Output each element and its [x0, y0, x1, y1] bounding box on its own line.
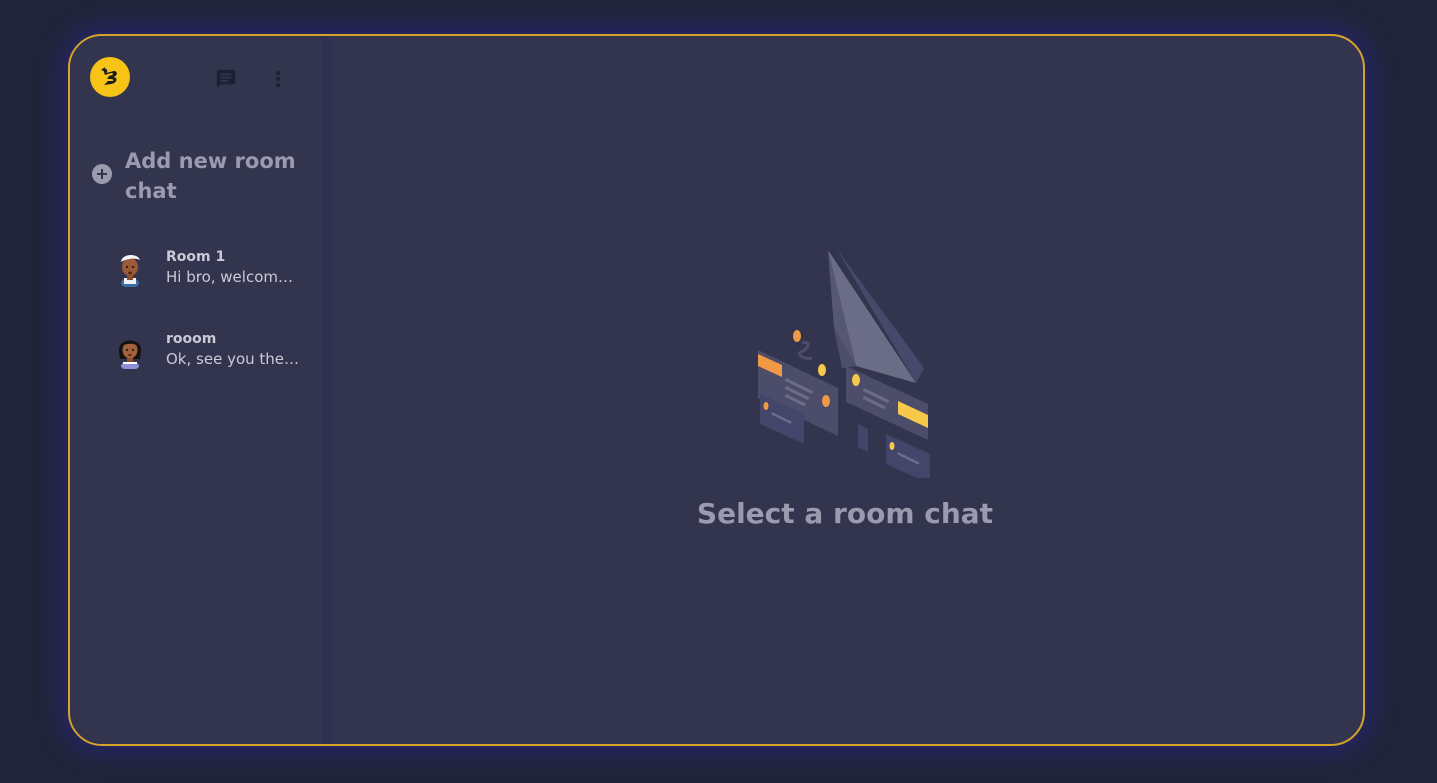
- empty-state-illustration: [758, 248, 930, 478]
- room-text: Room 1 Hi bro, welcome...: [166, 248, 301, 287]
- plus-circle-icon: [92, 164, 112, 184]
- room-name: Room 1: [166, 248, 226, 265]
- logo-mark-icon: [101, 67, 117, 85]
- main-panel: Select a room chat: [336, 36, 1363, 744]
- new-chat-button[interactable]: [212, 65, 240, 93]
- chat-bubble-icon: [216, 69, 236, 89]
- more-options-button[interactable]: [264, 65, 292, 93]
- room-last-message: Hi bro, welcome...: [166, 267, 301, 286]
- room-last-message: Ok, see you the ...: [166, 349, 301, 368]
- chat-app-window: Add new room chat Room 1 Hi bro, welcome…: [68, 34, 1365, 746]
- room-item[interactable]: Room 1 Hi bro, welcome...: [110, 243, 310, 291]
- room-text: rooom Ok, see you the ...: [166, 330, 301, 369]
- avatar: [121, 254, 140, 287]
- empty-state-title: Select a room chat: [696, 497, 994, 530]
- room-name: rooom: [166, 330, 217, 347]
- sidebar-divider: [322, 36, 336, 744]
- add-room-button[interactable]: Add new room chat: [92, 146, 312, 206]
- room-item[interactable]: rooom Ok, see you the ...: [110, 325, 310, 373]
- avatar: [118, 340, 142, 369]
- app-logo[interactable]: [90, 57, 130, 97]
- more-vertical-icon: [276, 71, 280, 87]
- sidebar: Add new room chat Room 1 Hi bro, welcome…: [70, 36, 322, 744]
- add-room-label: Add new room chat: [125, 149, 296, 203]
